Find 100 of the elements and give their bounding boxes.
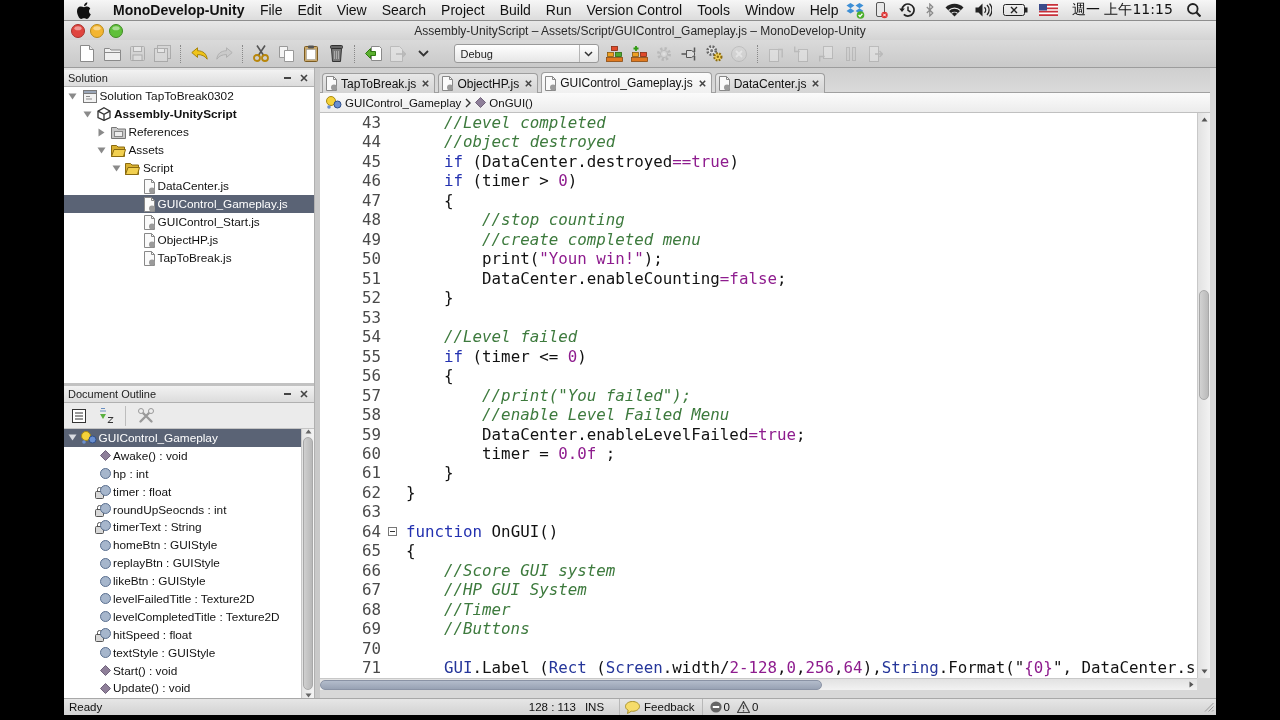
- disclosure-triangle-icon[interactable]: [68, 92, 77, 100]
- horizontal-scrollbar[interactable]: [320, 678, 1197, 690]
- outline-item[interactable]: GUIControl_Gameplay: [64, 429, 301, 447]
- chevron-down-icon[interactable]: [417, 50, 429, 57]
- blocks-plus-icon[interactable]: [630, 45, 648, 62]
- undo-icon[interactable]: [190, 47, 208, 60]
- editor-tab[interactable]: GUIControl_Gameplay.js: [541, 72, 712, 93]
- outline-item[interactable]: levelCompletedTitle : Texture2D: [64, 607, 301, 626]
- scrollbar-thumb[interactable]: [1199, 290, 1209, 400]
- cogs-icon[interactable]: [705, 45, 723, 62]
- close-icon[interactable]: [300, 390, 308, 398]
- disclosure-triangle-icon[interactable]: [111, 164, 121, 172]
- menu-item[interactable]: Project: [433, 2, 493, 18]
- menu-item[interactable]: Edit: [290, 2, 330, 18]
- menu-item[interactable]: Window: [737, 2, 803, 18]
- outline-item[interactable]: replayBtn : GUIStyle: [64, 554, 301, 573]
- tree-item[interactable]: GUIControl_Start.js: [64, 213, 314, 231]
- app-menu[interactable]: MonoDevelop-Unity: [105, 2, 253, 18]
- disclosure-triangle-icon[interactable]: [68, 434, 77, 442]
- trash-icon[interactable]: [329, 45, 343, 62]
- outline-item[interactable]: hitSpeed : float: [64, 625, 301, 644]
- folder-icon[interactable]: [103, 46, 121, 61]
- scroll-right-icon[interactable]: [1189, 681, 1194, 688]
- menu-item[interactable]: File: [252, 2, 290, 18]
- tools-icon[interactable]: [138, 407, 154, 424]
- tree-item[interactable]: Assembly-UnityScript: [64, 105, 314, 123]
- vertical-scrollbar[interactable]: [1197, 113, 1210, 678]
- tree-item[interactable]: DataCenter.js: [64, 177, 314, 195]
- feedback-button[interactable]: Feedback: [619, 699, 703, 715]
- close-icon[interactable]: [525, 80, 533, 87]
- tree-item[interactable]: GUIControl_Gameplay.js: [64, 195, 314, 213]
- menu-item[interactable]: Help: [802, 2, 846, 18]
- phone-icon[interactable]: [876, 1, 888, 19]
- menu-item[interactable]: Build: [492, 2, 539, 18]
- battery-icon[interactable]: [1003, 4, 1028, 16]
- close-window-button[interactable]: [71, 23, 85, 38]
- history-icon[interactable]: [899, 3, 915, 17]
- menu-item[interactable]: View: [329, 2, 375, 18]
- editor-tab[interactable]: ObjectHP.js: [438, 73, 539, 93]
- list-icon[interactable]: [72, 408, 86, 423]
- tree-item[interactable]: References: [64, 123, 314, 141]
- outline-item[interactable]: hp : int: [64, 464, 301, 483]
- outline-item[interactable]: levelFailedTitle : Texture2D: [64, 590, 301, 608]
- line-number: 63: [361, 502, 381, 522]
- flag-icon[interactable]: [1039, 4, 1058, 16]
- close-icon[interactable]: [698, 79, 706, 87]
- minus-box-icon[interactable]: [388, 527, 397, 537]
- outline-item[interactable]: timer : float: [64, 482, 301, 501]
- scroll-up-icon[interactable]: [1200, 117, 1208, 122]
- outline-item[interactable]: roundUpSeocnds : int: [64, 500, 301, 519]
- apple-icon[interactable]: [77, 1, 91, 19]
- plug-icon[interactable]: [681, 46, 697, 61]
- outline-item[interactable]: textStyle : GUIStyle: [64, 643, 301, 662]
- vertical-scrollbar[interactable]: [301, 429, 314, 698]
- clock[interactable]: 週一 上午11:15: [1072, 1, 1173, 19]
- import-icon[interactable]: [364, 46, 382, 61]
- close-icon[interactable]: [422, 80, 430, 87]
- outline-item[interactable]: likeBtn : GUIStyle: [64, 572, 301, 590]
- search-icon[interactable]: [1186, 3, 1201, 17]
- breadcrumb-item[interactable]: GUIControl_Gameplay: [326, 95, 462, 110]
- tree-item[interactable]: Script: [64, 159, 314, 177]
- paste-icon[interactable]: [304, 45, 318, 62]
- blocks-icon[interactable]: [605, 45, 623, 62]
- zoom-window-button[interactable]: [109, 23, 123, 38]
- tree-item[interactable]: ObjectHP.js: [64, 231, 314, 249]
- minimize-window-button[interactable]: [90, 23, 104, 38]
- check-badge-icon[interactable]: [846, 1, 865, 19]
- configuration-dropdown[interactable]: Debug: [453, 44, 599, 63]
- editor-tab[interactable]: TapToBreak.js: [322, 73, 436, 93]
- editor-tab[interactable]: DataCenter.js: [714, 73, 826, 93]
- outline-item[interactable]: Awake() : void: [64, 446, 301, 465]
- new-file-icon[interactable]: [80, 45, 94, 62]
- breadcrumb-item[interactable]: OnGUI(): [475, 96, 533, 109]
- sort-icon[interactable]: [99, 408, 114, 423]
- disclosure-triangle-icon[interactable]: [82, 110, 92, 118]
- outline-item[interactable]: timerText : String: [64, 518, 301, 537]
- volume-icon[interactable]: [975, 3, 992, 17]
- close-icon[interactable]: [812, 80, 820, 87]
- line-number: 69: [361, 619, 381, 639]
- menu-item[interactable]: Tools: [689, 2, 738, 18]
- scrollbar-thumb[interactable]: [303, 437, 313, 690]
- bluetooth-icon[interactable]: [926, 3, 934, 17]
- outline-item[interactable]: Update() : void: [64, 679, 301, 698]
- resize-grip-icon[interactable]: [1204, 702, 1214, 712]
- outline-item[interactable]: Start() : void: [64, 661, 301, 680]
- wifi-icon[interactable]: [945, 3, 964, 17]
- disclosure-triangle-icon[interactable]: [97, 146, 106, 154]
- tree-item[interactable]: TapToBreak.js: [64, 249, 314, 267]
- menu-item[interactable]: Version Control: [579, 2, 690, 18]
- disclosure-triangle-icon[interactable]: [98, 127, 105, 137]
- cut-icon[interactable]: [253, 45, 269, 62]
- copy-icon[interactable]: [278, 45, 294, 62]
- tree-item[interactable]: Solution TapToBreak0302: [64, 87, 314, 105]
- menu-item[interactable]: Run: [538, 2, 579, 18]
- outline-item[interactable]: homeBtn : GUIStyle: [64, 536, 301, 555]
- scroll-down-icon[interactable]: [1200, 669, 1208, 674]
- menu-item[interactable]: Search: [374, 2, 434, 18]
- close-icon[interactable]: [300, 74, 308, 82]
- scrollbar-thumb[interactable]: [320, 679, 822, 690]
- tree-item[interactable]: Assets: [64, 141, 314, 159]
